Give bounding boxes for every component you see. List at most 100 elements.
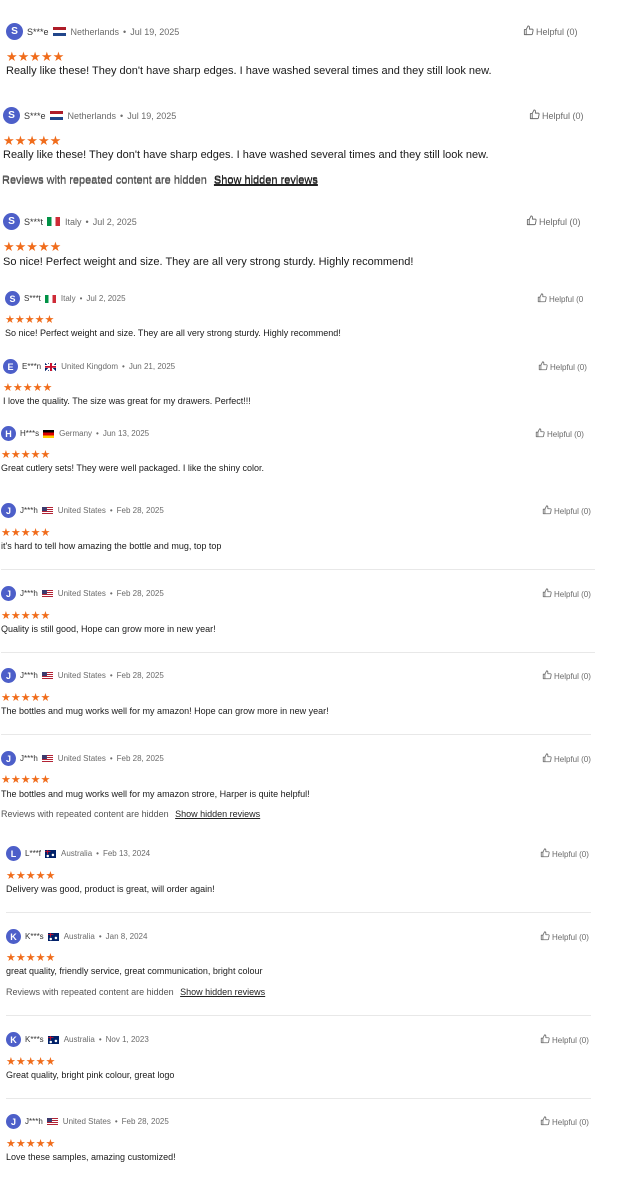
show-hidden-reviews-link[interactable]: Show hidden reviews xyxy=(214,174,318,186)
helpful-label: Helpful xyxy=(552,849,577,859)
reviewer-country: United States xyxy=(57,506,106,515)
au-flag-icon xyxy=(47,932,59,941)
helpful-count: (0 xyxy=(576,294,584,304)
helpful-count: (0) xyxy=(572,110,584,121)
thumbs-up-icon xyxy=(526,215,539,228)
helpful-button[interactable]: Helpful (0) xyxy=(540,931,589,943)
review-text: I love the quality. The size was great f… xyxy=(3,396,251,406)
it-flag-icon xyxy=(47,217,61,226)
review-divider xyxy=(1,652,595,653)
review-text: Delivery was good, product is great, wil… xyxy=(6,884,215,894)
reviewer-country: United States xyxy=(57,671,106,680)
helpful-label: Helpful xyxy=(552,1035,577,1045)
review-date: Jul 2, 2025 xyxy=(86,294,126,303)
reviewer-name: S***e xyxy=(24,110,46,121)
review-item: J J***h United States • Feb 28, 2025 Hel… xyxy=(1,586,620,676)
hidden-note-text: Reviews with repeated content are hidden xyxy=(1,809,169,819)
helpful-label: Helpful xyxy=(542,110,571,121)
review-text: So nice! Perfect weight and size. They a… xyxy=(3,256,414,268)
review-date: Jun 13, 2025 xyxy=(102,429,150,438)
avatar: S xyxy=(5,291,20,306)
helpful-button[interactable]: Helpful (0) xyxy=(535,428,584,440)
helpful-button[interactable]: Helpful (0) xyxy=(540,1034,589,1046)
helpful-button[interactable]: Helpful (0) xyxy=(542,670,591,682)
review-date: Nov 1, 2023 xyxy=(105,1035,149,1044)
review-header: J J***h United States • Feb 28, 2025 xyxy=(1,586,164,601)
review-item: J J***h United States • Feb 28, 2025 Hel… xyxy=(6,1114,620,1177)
review-text: great quality, friendly service, great c… xyxy=(6,966,263,976)
uk-flag-icon xyxy=(45,362,57,371)
reviewer-country: Australia xyxy=(63,1035,95,1044)
au-flag-icon xyxy=(45,849,57,858)
helpful-button[interactable]: Helpful (0) xyxy=(526,215,581,228)
reviewer-country: United States xyxy=(62,1117,111,1126)
thumbs-up-icon xyxy=(523,25,536,38)
us-flag-icon xyxy=(41,589,53,598)
reviewer-name: J***h xyxy=(20,671,38,680)
review-divider xyxy=(6,912,591,913)
helpful-button[interactable]: Helpful (0) xyxy=(529,109,584,122)
helpful-label: Helpful xyxy=(552,932,577,942)
review-item: J J***h United States • Feb 28, 2025 Hel… xyxy=(1,503,620,593)
separator-dot: • xyxy=(96,429,99,438)
reviewer-country: Australia xyxy=(63,932,95,941)
star-rating: ★★★★★ xyxy=(1,692,51,704)
star-rating: ★★★★★ xyxy=(5,314,55,326)
review-text: Really like these! They don't have sharp… xyxy=(3,149,489,161)
reviewer-name: L***f xyxy=(25,849,42,858)
helpful-button[interactable]: Helpful (0) xyxy=(523,25,578,38)
avatar: J xyxy=(1,503,16,518)
thumbs-up-icon xyxy=(540,848,552,860)
reviewer-name: J***h xyxy=(20,506,38,515)
star-rating: ★★★★★ xyxy=(1,449,51,461)
star-rating: ★★★★★ xyxy=(6,1138,56,1150)
helpful-button[interactable]: Helpful (0) xyxy=(538,361,587,373)
helpful-button[interactable]: Helpful (0) xyxy=(542,753,591,765)
separator-dot: • xyxy=(85,216,89,227)
separator-dot: • xyxy=(114,1117,118,1126)
review-date: Feb 28, 2025 xyxy=(121,1117,169,1126)
separator-dot: • xyxy=(109,589,113,598)
show-hidden-reviews-link[interactable]: Show hidden reviews xyxy=(180,987,265,997)
review-item: J J***h United States • Feb 28, 2025 Hel… xyxy=(1,751,620,841)
star-rating: ★★★★★ xyxy=(6,952,56,964)
separator-dot: • xyxy=(96,849,99,858)
show-hidden-reviews-link[interactable]: Show hidden reviews xyxy=(175,809,260,819)
thumbs-up-icon xyxy=(529,109,542,122)
reviewer-country: Australia xyxy=(61,849,93,858)
review-header: H H***s Germany • Jun 13, 2025 xyxy=(1,426,149,441)
helpful-label: Helpful xyxy=(554,506,579,516)
reviewer-name: K***s xyxy=(25,932,44,941)
thumbs-up-icon xyxy=(540,1116,552,1128)
de-flag-icon xyxy=(43,429,55,438)
helpful-button[interactable]: Helpful (0) xyxy=(540,1116,589,1128)
review-text: Love these samples, amazing customized! xyxy=(6,1152,176,1162)
review-date: Feb 13, 2024 xyxy=(102,849,151,858)
avatar: E xyxy=(3,359,18,374)
review-header: S S***e Netherlands • Jul 19, 2025 xyxy=(6,23,179,40)
review-date: Feb 28, 2025 xyxy=(116,671,164,680)
helpful-label: Helpful xyxy=(552,1117,577,1127)
reviewer-name: J***h xyxy=(25,1117,43,1126)
thumbs-up-icon xyxy=(540,1034,552,1046)
helpful-count: (0) xyxy=(579,1035,589,1045)
reviewer-country: Netherlands xyxy=(70,26,120,37)
helpful-button[interactable]: Helpful (0 xyxy=(537,293,583,305)
reviewer-name: J***h xyxy=(20,754,38,763)
helpful-label: Helpful xyxy=(536,26,565,37)
avatar: K xyxy=(6,1032,21,1047)
review-divider xyxy=(6,1098,591,1099)
thumbs-up-icon xyxy=(542,505,554,517)
thumbs-up-icon xyxy=(542,588,554,600)
thumbs-up-icon xyxy=(542,670,554,682)
helpful-count: (0) xyxy=(581,671,591,681)
review-header: S S***t Italy • Jul 2, 2025 xyxy=(3,213,137,230)
helpful-count: (0) xyxy=(579,1117,589,1127)
review-header: L L***f Australia • Feb 13, 2024 xyxy=(6,846,150,861)
reviewer-name: E***n xyxy=(22,362,42,371)
helpful-button[interactable]: Helpful (0) xyxy=(542,588,591,600)
hidden-reviews-note: Reviews with repeated content are hidden… xyxy=(6,987,265,997)
review-date: Feb 28, 2025 xyxy=(116,589,164,598)
helpful-button[interactable]: Helpful (0) xyxy=(540,848,589,860)
helpful-button[interactable]: Helpful (0) xyxy=(542,505,591,517)
